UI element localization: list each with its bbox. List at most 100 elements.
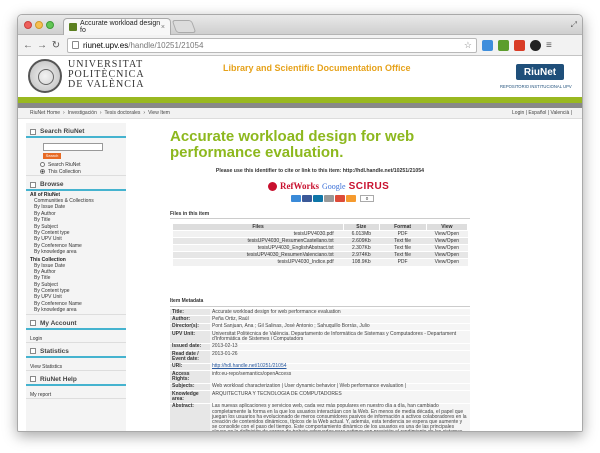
login-link[interactable]: Login	[26, 330, 126, 342]
browser-tab-active[interactable]: Accurate workload design fo ×	[63, 18, 171, 35]
file-size: 6.013Mb	[343, 230, 379, 238]
extension-icon-2[interactable]	[498, 39, 509, 51]
file-name-link[interactable]: tesisUPV4030.pdf	[172, 230, 344, 238]
metadata-row: Director(s): Pont Sanjuan, Ana ; Gil Sali…	[170, 323, 470, 332]
file-format: PDF	[379, 258, 427, 266]
metadata-row: Abstract: Las nuevas aplicaciones y servi…	[170, 403, 470, 431]
browse-section-header: Browse	[26, 180, 126, 191]
metadata-value: Accurate workload design for web perform…	[210, 309, 470, 317]
help-section-title: RiuNet Help	[40, 375, 77, 383]
forward-arrow-icon[interactable]: →	[36, 39, 48, 51]
breadcrumb-investigacion[interactable]: Investigación	[68, 110, 97, 116]
files-col-header: View	[425, 223, 469, 231]
extension-icon-4[interactable]	[530, 39, 541, 51]
share-linkedin-icon[interactable]	[313, 195, 323, 202]
breadcrumb-home[interactable]: RiuNet Home	[30, 110, 60, 116]
metadata-row: Access Rights: info:eu-repo/semantics/ope…	[170, 370, 470, 384]
browse-collection-link[interactable]: By knowledge area	[26, 307, 126, 313]
main-content: Accurate workload design for web perform…	[160, 123, 480, 431]
metadata-key: Access Rights:	[170, 370, 210, 384]
url-path: /handle/10251/21054	[128, 40, 204, 50]
breadcrumb-tesis[interactable]: Tesis doctorales	[105, 110, 141, 116]
file-view-link[interactable]: View/Open	[426, 244, 468, 252]
search-section-icon	[30, 128, 36, 135]
metadata-key: URI:	[170, 363, 210, 372]
metadata-uri-link[interactable]: http://hdl.handle.net/10251/21054	[210, 363, 470, 372]
share-buttons: 0	[291, 195, 374, 202]
file-format: PDF	[379, 230, 427, 238]
file-name-link[interactable]: tesisUPV4030_ResumenValenciano.txt	[172, 251, 344, 259]
riunet-logo[interactable]: RiuNet	[516, 64, 564, 80]
metadata-key: Director(s):	[170, 323, 210, 332]
university-name[interactable]: UNIVERSITAT POLITÈCNICA DE VALÈNCIA	[68, 60, 145, 90]
fullscreen-icon[interactable]: ⤢	[571, 20, 577, 30]
view-statistics-link[interactable]: View Statistics	[26, 358, 126, 370]
share-facebook-icon[interactable]	[302, 195, 312, 202]
metadata-key: Abstract:	[170, 403, 210, 431]
file-format: Text file	[379, 237, 427, 245]
address-bar[interactable]: riunet.upv.es/handle/10251/21054 ☆	[67, 37, 477, 53]
refworks-link[interactable]: RefWorks	[280, 181, 319, 191]
file-name-link[interactable]: tesisUPV4030_ResumenCastellano.txt	[172, 237, 344, 245]
files-table: Files Size Format View tesisUPV4030.pdf …	[171, 223, 469, 266]
login-language-links[interactable]: Login | Español | Valencià |	[512, 110, 572, 116]
files-header-row: Files Size Format View	[171, 223, 469, 231]
extension-icon-3[interactable]	[514, 39, 525, 51]
breadcrumb-current: View Item	[148, 110, 170, 116]
scope-collection-radio[interactable]	[40, 169, 45, 174]
browser-menu-icon[interactable]: ≡	[546, 40, 552, 51]
breadcrumb-separator: ›	[99, 110, 102, 116]
file-view-link[interactable]: View/Open	[426, 251, 468, 259]
bookmark-star-icon[interactable]: ☆	[464, 40, 472, 51]
search-input[interactable]	[43, 143, 103, 151]
back-arrow-icon[interactable]: ←	[22, 39, 34, 51]
file-view-link[interactable]: View/Open	[426, 237, 468, 245]
browser-titlebar: Accurate workload design fo × ⤢	[18, 15, 582, 35]
file-format: Text file	[379, 244, 427, 252]
file-size: 108.9Kb	[343, 258, 379, 266]
help-link[interactable]: My report	[26, 386, 126, 398]
university-seal-icon[interactable]	[28, 59, 62, 93]
new-tab-button[interactable]	[171, 20, 197, 33]
statistics-box: Statistics View Statistics	[26, 347, 126, 371]
metadata-value: ARQUITECTURA Y TECNOLOGIA DE COMPUTADORE…	[210, 390, 470, 404]
scope-collection-label: This Collection	[48, 168, 81, 175]
file-name-link[interactable]: tesisUPV4030_EnglishAbstract.txt	[172, 244, 344, 252]
browser-toolbar: ← → ↻ riunet.upv.es/handle/10251/21054 ☆…	[18, 35, 582, 56]
extension-icon-1[interactable]	[482, 39, 493, 51]
account-section-header: My Account	[26, 319, 126, 330]
share-twitter-icon[interactable]	[291, 195, 301, 202]
browse-section-icon	[30, 181, 36, 188]
scirus-link[interactable]: SCIRUS	[349, 181, 390, 192]
close-window-button[interactable]	[24, 21, 32, 29]
browse-all-group: All of RiuNet	[30, 192, 60, 198]
right-margin	[480, 123, 582, 431]
scope-collection-option[interactable]: This Collection	[26, 168, 126, 175]
statistics-section-header: Statistics	[26, 347, 126, 358]
share-email-icon[interactable]	[324, 195, 334, 202]
file-name-link[interactable]: tesisUPV4030_Indice.pdf	[172, 258, 344, 266]
file-view-link[interactable]: View/Open	[426, 258, 468, 266]
browser-window: Accurate workload design fo × ⤢ ← → ↻ ri…	[17, 14, 583, 432]
metadata-section-label: Item Metadata	[170, 298, 204, 304]
file-view-link[interactable]: View/Open	[426, 230, 468, 238]
search-go-button[interactable]: Search	[43, 153, 61, 159]
tab-title: Accurate workload design fo	[80, 20, 161, 34]
metadata-value: 2013-01-26	[210, 350, 470, 364]
metadata-row: URI: http://hdl.handle.net/10251/21054	[170, 363, 470, 372]
files-col-header: Size	[343, 223, 380, 231]
share-googleplus-icon[interactable]	[335, 195, 345, 202]
browse-section-title: Browse	[40, 181, 64, 188]
tab-close-icon[interactable]: ×	[161, 24, 165, 31]
reload-icon[interactable]: ↻	[50, 39, 62, 51]
files-col-header: Files	[171, 223, 345, 231]
maximize-window-button[interactable]	[46, 21, 54, 29]
university-name-line-3: DE VALÈNCIA	[68, 79, 145, 90]
refworks-icon[interactable]	[268, 181, 277, 191]
scope-all-radio[interactable]	[40, 162, 45, 167]
scope-all-label: Search RiuNet	[48, 161, 81, 168]
minimize-window-button[interactable]	[35, 21, 43, 29]
scope-all-option[interactable]: Search RiuNet	[26, 161, 126, 168]
share-more-icon[interactable]	[346, 195, 356, 202]
google-link[interactable]: Google	[322, 182, 346, 191]
